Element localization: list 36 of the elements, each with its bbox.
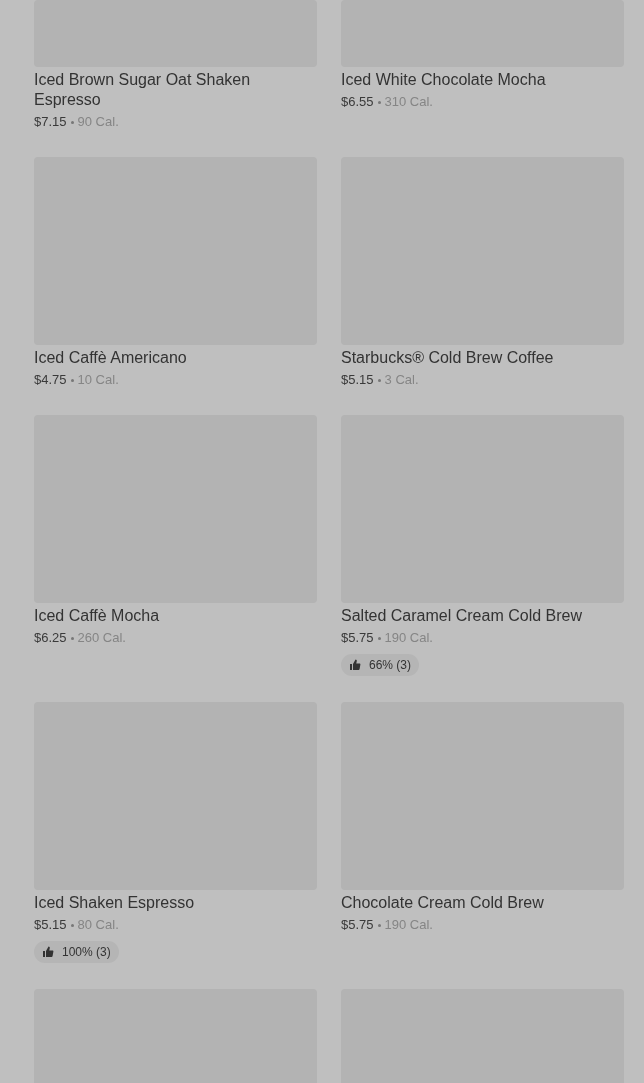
menu-item-card[interactable]: Iced Shaken Espresso $5.15 80 Cal. 100% (3) bbox=[34, 702, 317, 963]
menu-item-card[interactable]: Iced White Chocolate Mocha $6.55 310 Cal. bbox=[341, 0, 624, 131]
menu-item-card[interactable]: Iced Brown Sugar Oat Shaken Espresso $7.15 90 Cal. bbox=[34, 0, 317, 131]
item-price: $4.75 bbox=[34, 371, 67, 389]
item-calories: 90 Cal. bbox=[77, 113, 119, 131]
item-name: Chocolate Cream Cold Brew bbox=[341, 893, 545, 913]
menu-item-card[interactable]: Iced Caffè Americano $4.75 10 Cal. bbox=[34, 157, 317, 389]
item-price: $7.15 bbox=[34, 113, 67, 131]
item-name: Iced White Chocolate Mocha bbox=[341, 70, 547, 90]
item-calories: 310 Cal. bbox=[384, 93, 433, 111]
item-name: Iced Caffè Americano bbox=[34, 348, 188, 368]
item-calories: 3 Cal. bbox=[384, 371, 419, 389]
rating-text: 100% (3) bbox=[62, 944, 111, 961]
item-name: Salted Caramel Cream Cold Brew bbox=[341, 606, 583, 626]
item-price: $6.55 bbox=[341, 93, 374, 111]
menu-item-card[interactable]: Starbucks® Cold Brew Coffee $5.15 3 Cal. bbox=[341, 157, 624, 389]
item-price: $5.15 bbox=[341, 371, 374, 389]
item-name: Iced Brown Sugar Oat Shaken Espresso bbox=[34, 70, 252, 110]
item-price: $5.15 bbox=[34, 916, 67, 934]
item-calories: 190 Cal. bbox=[384, 629, 433, 647]
item-price: $5.75 bbox=[341, 916, 374, 934]
item-calories: 80 Cal. bbox=[77, 916, 119, 934]
thumbs-up-icon bbox=[42, 946, 54, 958]
item-calories: 10 Cal. bbox=[77, 371, 119, 389]
item-calories: 190 Cal. bbox=[384, 916, 433, 934]
rating-text: 66% (3) bbox=[369, 657, 412, 674]
item-calories: 260 Cal. bbox=[77, 629, 126, 647]
item-name: Iced Shaken Espresso bbox=[34, 893, 196, 913]
item-price: $6.25 bbox=[34, 629, 67, 647]
menu-item-card[interactable]: Iced Caffè Mocha $6.25 260 Cal. bbox=[34, 415, 317, 676]
item-price: $5.75 bbox=[341, 629, 374, 647]
menu-item-card[interactable]: Chocolate Cream Cold Brew $5.75 190 Cal. bbox=[341, 702, 624, 963]
thumbs-up-icon bbox=[349, 659, 361, 671]
item-name: Iced Caffè Mocha bbox=[34, 606, 161, 626]
menu-item-card[interactable]: Salted Caramel Cream Cold Brew $5.75 190 Cal. 66% (3) bbox=[341, 415, 624, 676]
item-name: Starbucks® Cold Brew Coffee bbox=[341, 348, 555, 368]
